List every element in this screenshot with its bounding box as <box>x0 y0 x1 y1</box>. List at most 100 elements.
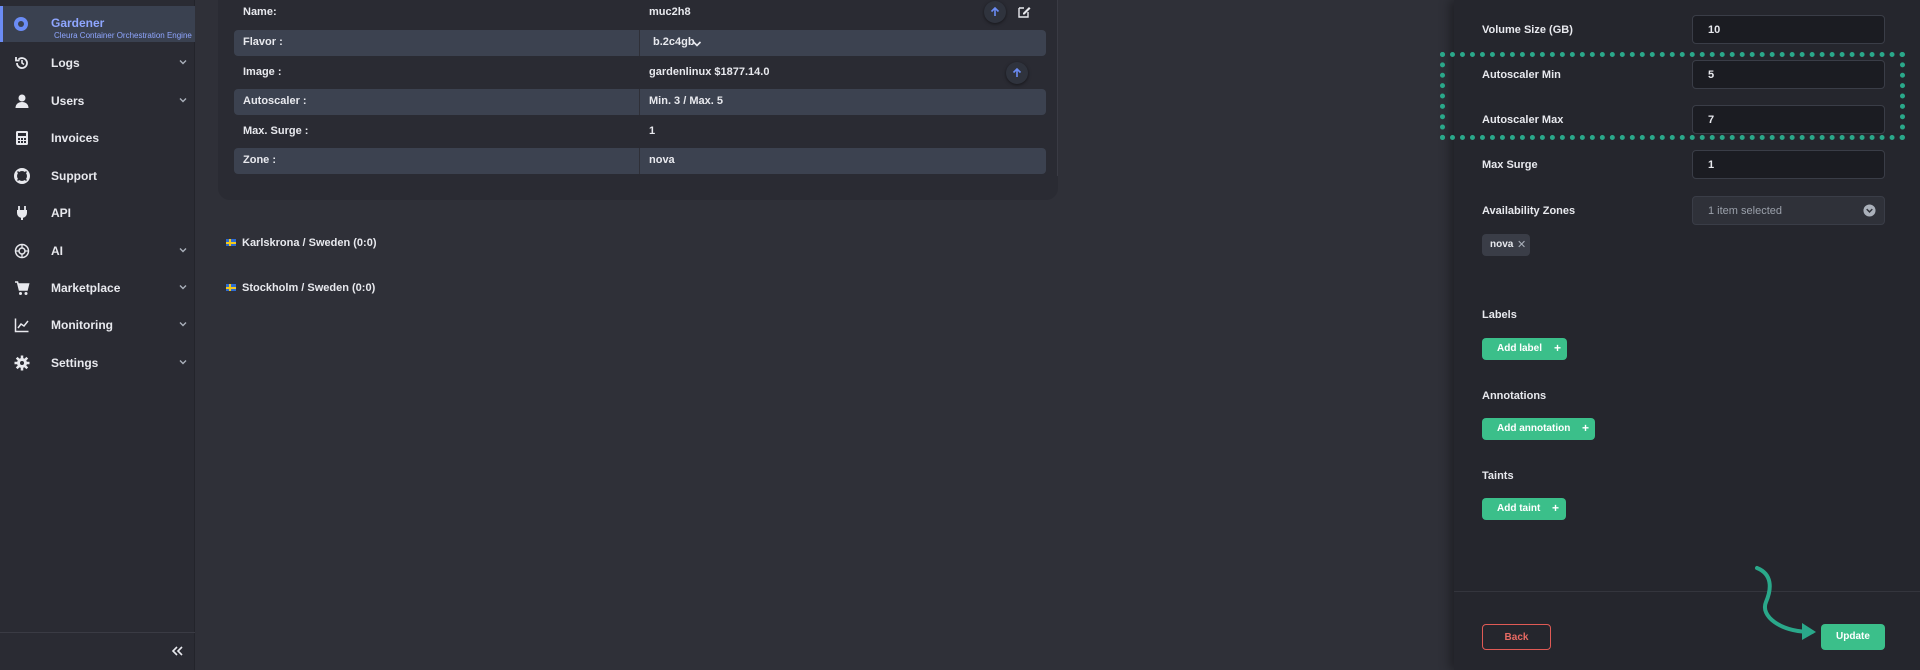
brand-title: Gardener <box>51 16 105 30</box>
row-label: Zone : <box>243 154 276 166</box>
edit-icon[interactable] <box>1017 5 1031 19</box>
sidebar-item-support[interactable]: Support <box>0 161 195 191</box>
sidebar-item-label: Marketplace <box>51 281 121 295</box>
row-label: Image : <box>243 66 282 78</box>
autoscaler-max-input[interactable] <box>1692 105 1885 134</box>
update-button[interactable]: Update <box>1821 624 1885 650</box>
add-taint-button[interactable]: Add taint + <box>1482 498 1566 520</box>
row-label: Flavor : <box>243 36 283 48</box>
brand-subtitle: Cleura Container Orchestration Engine <box>54 31 192 40</box>
sidebar-item-marketplace[interactable]: Marketplace <box>0 273 195 303</box>
row-label: Max. Surge : <box>243 125 309 137</box>
chevron-down-icon <box>179 360 187 365</box>
volume-size-label: Volume Size (GB) <box>1482 24 1573 36</box>
plus-icon: + <box>1552 501 1560 515</box>
availability-zones-select[interactable]: 1 item selected <box>1692 196 1885 225</box>
detail-row-flavor: Flavor : b.2c4gb <box>234 30 1046 56</box>
region-label: Stockholm / Sweden (0:0) <box>242 282 376 294</box>
row-divider <box>639 30 640 56</box>
sidebar-item-logs[interactable]: Logs <box>0 48 195 78</box>
panel-footer-divider <box>1454 591 1920 592</box>
user-icon <box>15 94 29 108</box>
button-label: Back <box>1504 632 1529 643</box>
arrow-up-icon <box>990 6 1000 16</box>
sidebar-item-ai[interactable]: AI <box>0 236 195 266</box>
arrow-up-icon <box>1012 67 1022 77</box>
add-label-button[interactable]: Add label + <box>1482 338 1567 360</box>
region-label: Karlskrona / Sweden (0:0) <box>242 237 377 249</box>
card-divider <box>1057 0 1058 176</box>
autoscaler-min-label: Autoscaler Min <box>1482 69 1561 81</box>
taints-title: Taints <box>1482 470 1514 482</box>
chevron-down-icon <box>179 285 187 290</box>
sidebar-item-monitoring[interactable]: Monitoring <box>0 310 195 340</box>
row-value: gardenlinux $1877.14.0 <box>649 66 770 78</box>
gear-icon <box>14 355 30 371</box>
max-surge-input[interactable] <box>1692 150 1885 179</box>
sidebar-item-label: Support <box>51 169 97 183</box>
sidebar-footer <box>0 632 195 670</box>
plus-icon: + <box>1554 341 1562 355</box>
row-label: Name: <box>243 6 277 18</box>
chevron-down-icon <box>179 60 187 65</box>
row-value: nova <box>649 154 675 166</box>
row-value: Min. 3 / Max. 5 <box>649 95 723 107</box>
sidebar-item-label: AI <box>51 244 63 258</box>
lifebuoy-icon <box>14 168 30 184</box>
chevron-down-icon <box>179 98 187 103</box>
chevron-down-circle-icon <box>1863 204 1876 217</box>
cart-icon <box>15 281 30 295</box>
chip-label: nova <box>1490 239 1514 250</box>
sidebar-item-label: Monitoring <box>51 318 113 332</box>
chart-line-icon <box>14 318 29 333</box>
calculator-icon <box>16 131 28 145</box>
edit-node-pool-panel <box>1454 0 1920 670</box>
sidebar-item-label: Settings <box>51 356 99 370</box>
row-divider <box>639 148 640 174</box>
autoscaler-min-input[interactable] <box>1692 60 1885 89</box>
detail-row-max-surge: Max. Surge : 1 <box>234 119 1046 145</box>
detail-row-name: Name: muc2h8 <box>234 0 1046 26</box>
select-value: 1 item selected <box>1708 205 1782 217</box>
sidebar-item-label: API <box>51 206 72 220</box>
button-label: Update <box>1836 631 1870 642</box>
sweden-flag-icon <box>226 284 236 291</box>
sidebar-item-api[interactable]: API <box>0 198 195 228</box>
upgrade-image-button[interactable] <box>1006 62 1028 84</box>
back-button[interactable]: Back <box>1482 624 1551 650</box>
row-value: 1 <box>649 125 656 137</box>
sidebar-item-invoices[interactable]: Invoices <box>0 123 195 153</box>
zone-chip: nova ✕ <box>1482 234 1530 256</box>
button-label: Add label <box>1497 343 1543 354</box>
button-label: Add annotation <box>1497 423 1571 434</box>
button-label: Add taint <box>1497 503 1541 514</box>
history-icon <box>15 57 28 69</box>
sidebar-item-label: Invoices <box>51 131 100 145</box>
row-divider <box>639 89 640 115</box>
gardener-logo-icon <box>14 17 28 31</box>
double-chevron-left-icon[interactable] <box>169 643 185 659</box>
chevron-down-icon <box>179 322 187 327</box>
add-annotation-button[interactable]: Add annotation + <box>1482 418 1595 440</box>
upgrade-button[interactable] <box>984 1 1006 23</box>
max-surge-label: Max Surge <box>1482 159 1538 171</box>
sidebar-item-settings[interactable]: Settings <box>0 348 195 378</box>
chevron-down-icon <box>179 248 187 253</box>
sidebar-item-gardener[interactable]: Gardener Cleura Container Orchestration … <box>0 6 195 42</box>
sidebar-item-label: Logs <box>51 56 80 70</box>
sidebar-item-users[interactable]: Users <box>0 86 195 116</box>
plus-icon: + <box>1582 421 1590 435</box>
plug-icon <box>17 206 27 220</box>
row-value: muc2h8 <box>649 6 691 18</box>
detail-row-autoscaler: Autoscaler : Min. 3 / Max. 5 <box>234 89 1046 115</box>
detail-row-zone: Zone : nova <box>234 148 1046 174</box>
close-icon[interactable]: ✕ <box>1517 238 1527 251</box>
sweden-flag-icon <box>226 239 236 246</box>
ai-icon <box>14 243 30 259</box>
flavor-select[interactable]: b.2c4gb <box>653 36 695 48</box>
volume-size-input[interactable] <box>1692 15 1885 44</box>
chevron-down-icon[interactable] <box>692 39 702 49</box>
row-label: Autoscaler : <box>243 95 307 107</box>
availability-zones-label: Availability Zones <box>1482 205 1576 217</box>
labels-title: Labels <box>1482 309 1517 321</box>
